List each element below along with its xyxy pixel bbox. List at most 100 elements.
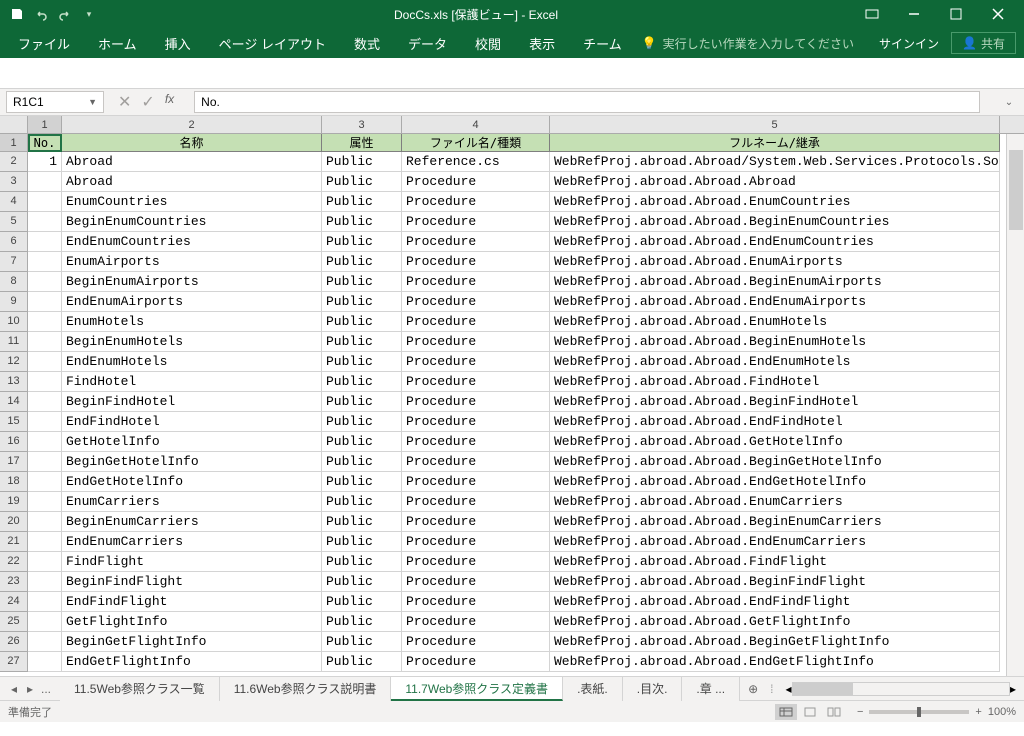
formula-input[interactable]: No. [194, 91, 980, 113]
share-button[interactable]: 👤 共有 [951, 32, 1016, 54]
cell-no[interactable] [28, 532, 62, 552]
row-header[interactable]: 22 [0, 552, 28, 572]
cell-name[interactable]: FindFlight [62, 552, 322, 572]
cell-file[interactable]: Procedure [402, 352, 550, 372]
cell-file[interactable]: Procedure [402, 492, 550, 512]
cell-no[interactable] [28, 652, 62, 672]
cell-full[interactable]: WebRefProj.abroad.Abroad.BeginGetFlightI… [550, 632, 1000, 652]
row-header[interactable]: 8 [0, 272, 28, 292]
cell-attr[interactable]: Public [322, 632, 402, 652]
qat-customize-icon[interactable]: ▾ [80, 5, 98, 23]
cell-file[interactable]: Procedure [402, 632, 550, 652]
cell-attr[interactable]: Public [322, 212, 402, 232]
row-header[interactable]: 11 [0, 332, 28, 352]
cell-file[interactable]: Procedure [402, 612, 550, 632]
tab-view[interactable]: 表示 [515, 28, 569, 58]
horizontal-scroll-thumb[interactable] [793, 683, 853, 695]
cell-name[interactable]: EndGetHotelInfo [62, 472, 322, 492]
cell-no[interactable] [28, 212, 62, 232]
cell-file[interactable]: Procedure [402, 392, 550, 412]
cell-file[interactable]: Procedure [402, 592, 550, 612]
cell-attr[interactable]: Public [322, 572, 402, 592]
cell-attr[interactable]: Public [322, 432, 402, 452]
cell-file[interactable]: Procedure [402, 652, 550, 672]
cell-file[interactable]: Procedure [402, 232, 550, 252]
header-cell-file[interactable]: ファイル名/種類 [402, 134, 550, 152]
row-header[interactable]: 14 [0, 392, 28, 412]
cell-attr[interactable]: Public [322, 172, 402, 192]
cell-attr[interactable]: Public [322, 192, 402, 212]
header-cell-no[interactable]: No. [28, 134, 62, 152]
cell-attr[interactable]: Public [322, 312, 402, 332]
cell-name[interactable]: GetFlightInfo [62, 612, 322, 632]
cell-no[interactable] [28, 372, 62, 392]
cell-name[interactable]: EnumHotels [62, 312, 322, 332]
cell-name[interactable]: EndEnumCarriers [62, 532, 322, 552]
name-box[interactable]: R1C1 ▼ [6, 91, 104, 113]
row-header[interactable]: 20 [0, 512, 28, 532]
tab-file[interactable]: ファイル [4, 28, 84, 58]
row-header[interactable]: 5 [0, 212, 28, 232]
cell-no[interactable] [28, 232, 62, 252]
cell-no[interactable] [28, 192, 62, 212]
cell-attr[interactable]: Public [322, 372, 402, 392]
sheet-tab[interactable]: 11.7Web参照クラス定義書 [391, 677, 563, 701]
cell-name[interactable]: BeginFindHotel [62, 392, 322, 412]
cell-file[interactable]: Procedure [402, 432, 550, 452]
zoom-out-button[interactable]: − [857, 706, 863, 718]
cell-file[interactable]: Procedure [402, 472, 550, 492]
cell-full[interactable]: WebRefProj.abroad.Abroad.FindFlight [550, 552, 1000, 572]
cell-attr[interactable]: Public [322, 332, 402, 352]
cell-file[interactable]: Procedure [402, 312, 550, 332]
cell-name[interactable]: BeginEnumHotels [62, 332, 322, 352]
cell-attr[interactable]: Public [322, 532, 402, 552]
cell-attr[interactable]: Public [322, 492, 402, 512]
tab-page-layout[interactable]: ページ レイアウト [205, 28, 340, 58]
maximize-icon[interactable] [942, 4, 970, 24]
cell-name[interactable]: BeginEnumCarriers [62, 512, 322, 532]
sheet-tab[interactable]: .目次. [623, 677, 683, 701]
cell-no[interactable] [28, 252, 62, 272]
row-header[interactable]: 9 [0, 292, 28, 312]
cell-name[interactable]: BeginFindFlight [62, 572, 322, 592]
cell-no[interactable] [28, 572, 62, 592]
cell-attr[interactable]: Public [322, 652, 402, 672]
sheet-first-icon[interactable]: ◂ [8, 682, 20, 696]
undo-icon[interactable] [32, 5, 50, 23]
close-icon[interactable] [984, 4, 1012, 24]
cell-no[interactable] [28, 392, 62, 412]
ribbon-options-icon[interactable] [858, 4, 886, 24]
tell-me-search[interactable]: 💡 実行したい作業を入力してください [642, 35, 854, 52]
cell-attr[interactable]: Public [322, 392, 402, 412]
tab-formulas[interactable]: 数式 [340, 28, 394, 58]
cell-full[interactable]: WebRefProj.abroad.Abroad.EndEnumHotels [550, 352, 1000, 372]
row-header[interactable]: 6 [0, 232, 28, 252]
cell-full[interactable]: WebRefProj.abroad.Abroad.EnumHotels [550, 312, 1000, 332]
cell-name[interactable]: BeginGetFlightInfo [62, 632, 322, 652]
col-header-4[interactable]: 4 [402, 116, 550, 133]
cell-full[interactable]: WebRefProj.abroad.Abroad.BeginGetHotelIn… [550, 452, 1000, 472]
cell-full[interactable]: WebRefProj.abroad.Abroad.GetHotelInfo [550, 432, 1000, 452]
col-header-3[interactable]: 3 [322, 116, 402, 133]
cell-name[interactable]: EnumAirports [62, 252, 322, 272]
row-header[interactable]: 12 [0, 352, 28, 372]
zoom-value[interactable]: 100% [988, 706, 1016, 718]
cell-name[interactable]: EnumCarriers [62, 492, 322, 512]
sheet-tab[interactable]: .章 ... [682, 677, 740, 701]
header-cell-name[interactable]: 名称 [62, 134, 322, 152]
enter-icon[interactable]: ✓ [141, 92, 154, 112]
cell-name[interactable]: EndEnumAirports [62, 292, 322, 312]
view-page-layout-icon[interactable] [799, 704, 821, 720]
view-normal-icon[interactable] [775, 704, 797, 720]
signin-button[interactable]: サインイン [867, 35, 951, 52]
cell-full[interactable]: WebRefProj.abroad.Abroad.BeginEnumAirpor… [550, 272, 1000, 292]
cell-full[interactable]: WebRefProj.abroad.Abroad.EndEnumCountrie… [550, 232, 1000, 252]
cancel-icon[interactable]: ✕ [118, 92, 131, 112]
cell-full[interactable]: WebRefProj.abroad.Abroad.BeginEnumCountr… [550, 212, 1000, 232]
cell-file[interactable]: Procedure [402, 292, 550, 312]
cell-no[interactable] [28, 352, 62, 372]
cell-full[interactable]: WebRefProj.abroad.Abroad.Abroad [550, 172, 1000, 192]
row-header[interactable]: 4 [0, 192, 28, 212]
cell-file[interactable]: Procedure [402, 512, 550, 532]
row-header[interactable]: 21 [0, 532, 28, 552]
